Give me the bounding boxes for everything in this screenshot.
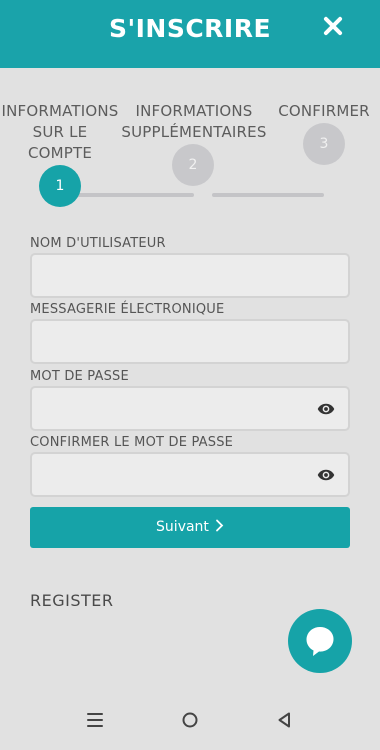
step-circle-1[interactable]: 1 — [39, 165, 81, 207]
close-icon[interactable] — [320, 13, 346, 39]
password-field[interactable] — [30, 386, 350, 431]
menu-icon[interactable] — [84, 709, 106, 731]
confirm-password-field[interactable] — [30, 452, 350, 497]
eye-icon[interactable] — [316, 400, 336, 418]
step-connector — [70, 193, 194, 197]
email-label: MESSAGERIE ÉLECTRONIQUE — [30, 302, 225, 317]
next-button[interactable]: Suivant — [30, 507, 350, 548]
step-circle-2[interactable]: 2 — [172, 144, 214, 186]
chevron-right-icon — [216, 519, 224, 532]
chat-button[interactable] — [288, 609, 352, 673]
confirm-password-label: CONFIRMER LE MOT DE PASSE — [30, 435, 234, 450]
back-triangle-icon[interactable] — [274, 709, 296, 731]
password-label: MOT DE PASSE — [30, 369, 129, 384]
email-field[interactable] — [30, 319, 350, 364]
home-circle-icon[interactable] — [179, 709, 201, 731]
step-label-account: INFORMATIONS SUR LE COMPTE — [1, 102, 119, 162]
step-label-confirm: CONFIRMER — [278, 102, 370, 120]
step-label-additional: INFORMATIONS SUPPLÉMENTAIRES — [121, 102, 267, 141]
username-label: NOM D'UTILISATEUR — [30, 236, 166, 251]
username-field[interactable] — [30, 253, 350, 298]
app-header: S'INSCRIRE — [0, 0, 380, 68]
next-button-label: Suivant — [156, 519, 209, 535]
system-nav-bar — [0, 700, 380, 750]
step-circle-3[interactable]: 3 — [303, 123, 345, 165]
chat-bubble-icon — [306, 627, 334, 656]
step-connector — [212, 193, 324, 197]
eye-icon[interactable] — [316, 466, 336, 484]
register-link[interactable]: REGISTER — [30, 591, 114, 610]
